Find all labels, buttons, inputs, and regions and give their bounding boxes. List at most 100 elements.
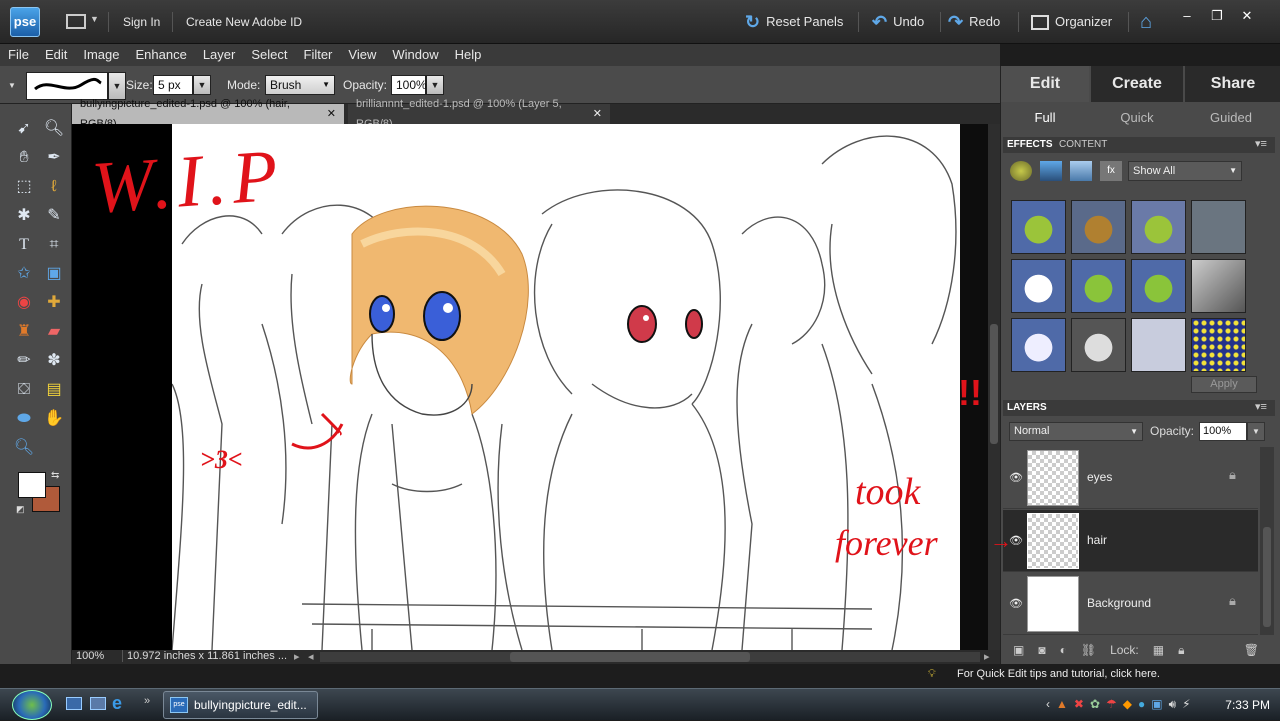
tab-bullyingpicture[interactable]: bullyingpicture_edited-1.psd @ 100% (hai… [72, 98, 344, 130]
menu-file[interactable]: File [0, 44, 37, 66]
foreground-color-swatch[interactable] [18, 472, 46, 498]
menu-layer[interactable]: Layer [195, 44, 244, 66]
menu-view[interactable]: View [340, 44, 384, 66]
layer-opacity-field[interactable]: 100% [1199, 422, 1247, 441]
effect-thumbnail[interactable] [1011, 200, 1066, 254]
effect-thumbnail[interactable] [1191, 200, 1246, 254]
crop-tool-icon[interactable]: ⌗ [40, 232, 68, 258]
effects-tab[interactable]: EFFECTS [1007, 139, 1053, 150]
shape-tool-icon[interactable]: ⬬ [10, 406, 38, 432]
scroll-left-icon[interactable]: ◂ [308, 650, 314, 663]
layer-mask-icon[interactable]: ◙ [1038, 643, 1045, 657]
cookie-cutter-icon[interactable]: ✩ [10, 261, 38, 287]
filters-icon[interactable] [1010, 161, 1032, 181]
menu-image[interactable]: Image [75, 44, 127, 66]
tray-app-icon[interactable]: ✖ [1074, 697, 1084, 712]
close-tab-icon[interactable]: ✕ [593, 104, 602, 124]
menu-select[interactable]: Select [243, 44, 295, 66]
layer-row-hair[interactable]: 👁︎ hair [1003, 510, 1258, 572]
visibility-eye-icon[interactable]: 👁︎ [1009, 597, 1023, 610]
pse-logo[interactable]: pse [10, 7, 40, 37]
tray-app-icon[interactable]: ▲ [1056, 697, 1068, 712]
size-field[interactable]: 5 px [153, 75, 193, 95]
menu-enhance[interactable]: Enhance [128, 44, 195, 66]
new-layer-icon[interactable]: ▣ [1013, 643, 1024, 657]
restore-icon[interactable]: ❐ [1202, 8, 1232, 24]
overflow-icon[interactable]: » [144, 695, 150, 707]
move-tool-icon[interactable]: ➹ [10, 116, 38, 142]
opacity-field[interactable]: 100% [391, 75, 427, 95]
fx-icon[interactable]: fx [1100, 161, 1122, 181]
zoom-tool-icon[interactable]: 🔍︎ [40, 116, 68, 142]
effect-thumbnail[interactable] [1191, 259, 1246, 313]
effect-thumbnail[interactable] [1191, 318, 1246, 372]
tool-preset-arrow-icon[interactable]: ▼ [8, 81, 16, 90]
taskbar-item-pse[interactable]: pse bullyingpicture_edit... [163, 691, 318, 719]
effect-thumbnail[interactable] [1071, 318, 1126, 372]
clock[interactable]: 7:33 PM [1225, 689, 1270, 721]
tip-bar[interactable]: 💡︎ For Quick Edit tips and tutorial, cli… [928, 664, 1280, 684]
effect-thumbnail[interactable] [1071, 200, 1126, 254]
lock-all-icon[interactable]: 🔒︎ [1178, 643, 1184, 658]
hand-tool-icon[interactable]: ✋︎ [10, 145, 38, 171]
layer-opacity-dropdown[interactable]: ▼ [1247, 422, 1265, 441]
red-eye-icon[interactable]: ◉ [10, 290, 38, 316]
show-desktop-icon[interactable] [66, 697, 82, 710]
gradient-tool-icon[interactable]: ▤ [40, 377, 68, 403]
type-tool-icon[interactable]: T [10, 232, 38, 258]
reset-panels-button[interactable]: ↻ Reset Panels [745, 0, 843, 44]
effect-thumbnail[interactable] [1011, 318, 1066, 372]
undo-button[interactable]: ↶ Undo [872, 0, 924, 44]
mode-select[interactable]: Brush ▼ [265, 75, 335, 95]
marquee-tool-icon[interactable]: ⬚ [10, 174, 38, 200]
tab-brilliannnt[interactable]: brilliannnt_edited-1.psd @ 100% (Layer 5… [348, 98, 610, 130]
minimize-icon[interactable]: – [1172, 8, 1202, 23]
horizontal-scrollbar[interactable] [320, 652, 980, 662]
power-icon[interactable]: ⚡︎ [1182, 697, 1190, 712]
create-id-link[interactable]: Create New Adobe ID [186, 0, 302, 44]
default-colors-icon[interactable]: ◩ [16, 504, 25, 515]
lasso-tool-icon[interactable]: ℓ [40, 174, 68, 200]
vertical-scrollbar[interactable] [988, 124, 1000, 650]
zoom-level[interactable]: 100% [76, 650, 104, 662]
content-tab[interactable]: CONTENT [1059, 139, 1107, 150]
link-icon[interactable]: ⛓ [1081, 643, 1096, 657]
size-dropdown[interactable]: ▼ [193, 75, 211, 95]
tray-expand-icon[interactable]: ‹ [1046, 697, 1050, 712]
panel-menu-icon[interactable]: ▾≡ [1255, 137, 1267, 150]
effect-thumbnail[interactable] [1071, 259, 1126, 313]
apply-button[interactable]: Apply [1191, 376, 1257, 393]
quick-selection-icon[interactable]: ✎ [40, 203, 68, 229]
tray-app-icon[interactable]: ☂ [1106, 697, 1117, 712]
effect-thumbnail[interactable] [1131, 259, 1186, 313]
tab-create[interactable]: Create [1091, 66, 1183, 102]
effect-thumbnail[interactable] [1011, 259, 1066, 313]
tab-full[interactable]: Full [1001, 104, 1089, 132]
artwork-canvas[interactable] [172, 124, 962, 650]
styles-icon[interactable] [1040, 161, 1062, 181]
menu-help[interactable]: Help [447, 44, 490, 66]
eyedropper-icon[interactable]: ✒ [40, 145, 68, 171]
status-menu-icon[interactable]: ▸ [294, 650, 300, 663]
menu-filter[interactable]: Filter [296, 44, 341, 66]
home-icon[interactable]: ⌂ [1140, 11, 1152, 34]
effect-thumbnail[interactable] [1131, 318, 1186, 372]
layers-scrollbar[interactable] [1260, 447, 1274, 635]
network-icon[interactable]: ▣ [1151, 697, 1162, 712]
layer-row-eyes[interactable]: 👁︎ eyes 🔒︎ [1003, 447, 1258, 509]
swap-colors-icon[interactable]: ⇆ [51, 470, 59, 481]
workspace-icon[interactable] [66, 14, 86, 29]
organizer-button[interactable]: Organizer [1031, 0, 1112, 44]
eraser-tool-icon[interactable]: ▰ [40, 319, 68, 345]
close-tab-icon[interactable]: ✕ [327, 104, 336, 124]
paint-bucket-icon[interactable]: ⛋ [10, 377, 38, 403]
sponge-tool-icon[interactable]: 🔍︎ [10, 435, 38, 461]
tab-edit[interactable]: Edit [1001, 66, 1089, 102]
tab-quick[interactable]: Quick [1091, 104, 1183, 132]
ie-icon[interactable]: e [112, 693, 122, 714]
smart-brush-icon[interactable]: ✽ [40, 348, 68, 374]
healing-brush-icon[interactable]: ✚ [40, 290, 68, 316]
tray-app-icon[interactable]: ✿ [1090, 697, 1100, 712]
blur-tool-icon[interactable]: ✋ [40, 406, 68, 432]
menu-window[interactable]: Window [384, 44, 446, 66]
